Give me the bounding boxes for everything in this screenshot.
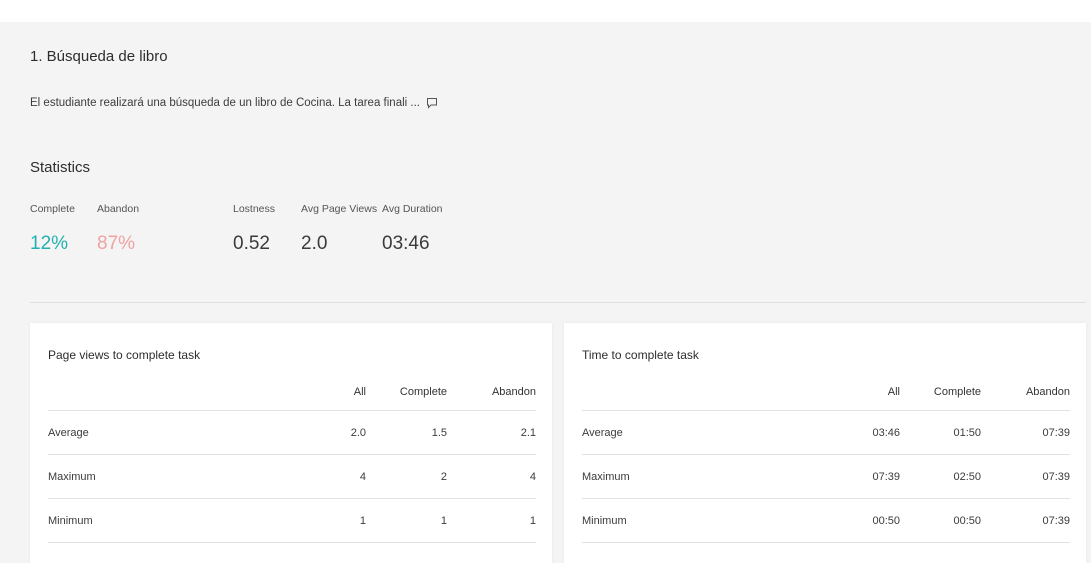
comment-icon[interactable] (426, 97, 438, 109)
stat-lostness: Lostness 0.52 (233, 203, 275, 255)
cell-all: 03:46 (872, 426, 900, 439)
row-label: Minimum (48, 514, 93, 527)
task-title: 1. Búsqueda de libro (30, 48, 168, 65)
stat-avg-page-views-label: Avg Page Views (301, 203, 378, 215)
cell-abandon: 1 (529, 514, 536, 527)
table-header-row: All Complete Abandon (48, 373, 536, 411)
cell-all: 07:39 (872, 470, 900, 483)
cell-complete: 02:50 (953, 470, 981, 483)
stat-abandon: Abandon 87% (97, 203, 139, 255)
stat-avg-duration: Avg Duration 03:46 (382, 203, 443, 255)
column-header-complete: Complete (933, 385, 981, 398)
table-row: Minimum 00:50 00:50 07:39 (582, 499, 1070, 543)
cell-all: 4 (359, 470, 366, 483)
time-card: Time to complete task All Complete Aband… (564, 323, 1086, 563)
task-description: El estudiante realizará una búsqueda de … (30, 97, 438, 109)
stat-avg-duration-value: 03:46 (382, 233, 430, 254)
stat-avg-duration-label: Avg Duration (382, 203, 443, 215)
table-row: Maximum 07:39 02:50 07:39 (582, 455, 1070, 499)
cell-all: 00:50 (872, 514, 900, 527)
stat-avg-page-views: Avg Page Views 2.0 (301, 203, 377, 255)
column-header-all: All (887, 385, 900, 398)
cell-complete: 1 (440, 514, 447, 527)
row-label: Maximum (582, 470, 630, 483)
column-header-complete: Complete (399, 385, 447, 398)
cell-abandon: 07:39 (1042, 426, 1070, 439)
column-header-abandon: Abandon (1025, 385, 1070, 398)
table-row: Average 03:46 01:50 07:39 (582, 411, 1070, 455)
statistics-heading: Statistics (30, 159, 91, 176)
row-label: Average (48, 426, 89, 439)
time-table: All Complete Abandon Average 03:46 01:50… (582, 373, 1070, 543)
row-label: Average (582, 426, 623, 439)
table-row: Average 2.0 1.5 2.1 (48, 411, 536, 455)
cell-abandon: 2.1 (520, 426, 536, 439)
cell-all: 2.0 (350, 426, 366, 439)
cell-complete: 01:50 (953, 426, 981, 439)
page-views-table: All Complete Abandon Average 2.0 1.5 2.1… (48, 373, 536, 543)
task-description-text: El estudiante realizará una búsqueda de … (30, 97, 420, 109)
cell-abandon: 07:39 (1042, 470, 1070, 483)
row-label: Maximum (48, 470, 96, 483)
stat-avg-page-views-value: 2.0 (301, 233, 328, 254)
stat-complete-label: Complete (30, 203, 75, 215)
row-label: Minimum (582, 514, 627, 527)
stat-complete: Complete 12% (30, 203, 75, 255)
cell-complete: 2 (440, 470, 447, 483)
table-header-row: All Complete Abandon (582, 373, 1070, 411)
cell-complete: 00:50 (953, 514, 981, 527)
cell-complete: 1.5 (431, 426, 447, 439)
stat-complete-value: 12% (30, 233, 69, 254)
table-row: Maximum 4 2 4 (48, 455, 536, 499)
column-header-abandon: Abandon (491, 385, 536, 398)
stat-lostness-value: 0.52 (233, 233, 270, 254)
section-divider (30, 302, 1086, 303)
stat-lostness-label: Lostness (233, 203, 276, 215)
stat-abandon-label: Abandon (97, 203, 140, 215)
cell-all: 1 (359, 514, 366, 527)
page-views-card-title: Page views to complete task (48, 348, 201, 362)
stat-abandon-value: 87% (97, 233, 136, 254)
cell-abandon: 4 (529, 470, 536, 483)
time-card-title: Time to complete task (582, 348, 699, 362)
table-row: Minimum 1 1 1 (48, 499, 536, 543)
cell-abandon: 07:39 (1042, 514, 1070, 527)
page-views-card: Page views to complete task All Complete… (30, 323, 552, 563)
top-bar (0, 0, 1091, 22)
column-header-all: All (353, 385, 366, 398)
